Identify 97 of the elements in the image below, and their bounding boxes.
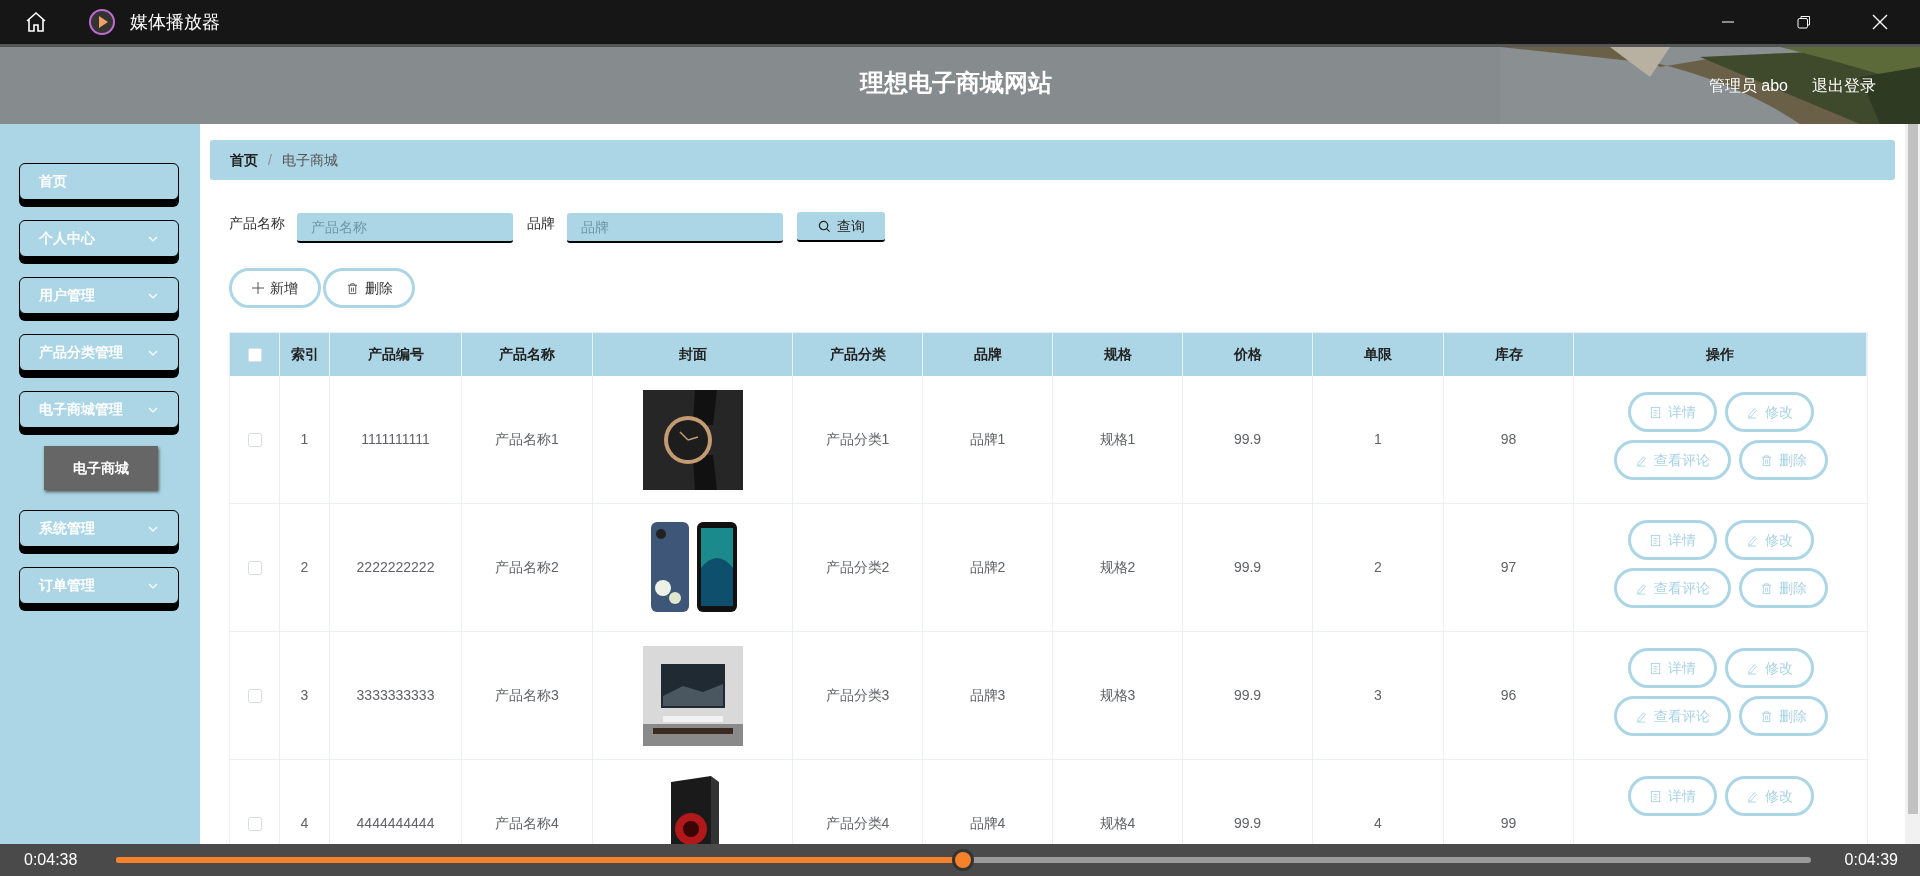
pencil-icon	[1745, 661, 1759, 675]
search-button[interactable]: 查询	[797, 212, 885, 242]
table-cell: 3	[1313, 632, 1444, 759]
table-cell: 产品名称2	[462, 504, 593, 631]
row-action-button[interactable]: 详情	[1627, 520, 1717, 560]
remaining-time: 0:04:39	[1844, 850, 1898, 870]
table-cell: 3	[280, 632, 330, 759]
row-action-button[interactable]: 修改	[1724, 392, 1814, 432]
delete-button[interactable]: 删除	[323, 268, 415, 308]
table-cell: 99.9	[1183, 376, 1313, 503]
row-action-button[interactable]: 详情	[1627, 776, 1717, 816]
field-label: 产品名称	[229, 213, 285, 233]
document-icon	[1648, 661, 1662, 675]
table-cell: 2222222222	[330, 504, 462, 631]
table-cell: 产品名称1	[462, 376, 593, 503]
logout-link[interactable]: 退出登录	[1812, 73, 1876, 98]
progress-thumb[interactable]	[952, 849, 975, 871]
row-action-button[interactable]: 查看评论	[1613, 696, 1731, 736]
pencil-icon	[1634, 581, 1648, 595]
search-field[interactable]: 品牌	[567, 213, 783, 243]
select-all-checkbox[interactable]	[247, 347, 262, 362]
progress-track[interactable]	[116, 848, 1811, 872]
document-icon	[1648, 789, 1662, 803]
table-cell: 1	[280, 376, 330, 503]
close-icon	[1872, 14, 1888, 30]
row-action-button[interactable]: 修改	[1724, 776, 1814, 816]
plus-icon	[252, 282, 264, 294]
table-cell: 品牌3	[923, 632, 1053, 759]
table-cell: 产品分类3	[793, 632, 923, 759]
column-header: 规格	[1053, 333, 1183, 376]
column-header: 库存	[1444, 333, 1574, 376]
table-cell: 2	[1313, 504, 1444, 631]
table-cell: 品牌1	[923, 376, 1053, 503]
row-action-button[interactable]: 删除	[1738, 440, 1828, 480]
document-icon	[1648, 533, 1662, 547]
column-header: 单限	[1313, 333, 1444, 376]
window-title: 媒体播放器	[130, 10, 220, 34]
field-label: 品牌	[527, 213, 555, 233]
table-cell: 规格2	[1053, 504, 1183, 631]
pencil-icon	[1634, 453, 1648, 467]
search-field[interactable]: 产品名称	[297, 213, 513, 243]
row-checkbox[interactable]	[247, 560, 262, 575]
document-icon	[1648, 405, 1662, 419]
table-cell: 2	[280, 504, 330, 631]
table-cell: 98	[1444, 376, 1574, 503]
row-checkbox[interactable]	[247, 816, 262, 831]
home-icon	[24, 10, 48, 34]
table-cell: 96	[1444, 632, 1574, 759]
table-cell: 1111111111	[330, 376, 462, 503]
row-action-button[interactable]: 删除	[1738, 568, 1828, 608]
table-cell: 99.9	[1183, 504, 1313, 631]
breadcrumb-separator: /	[268, 150, 272, 170]
column-header: 品牌	[923, 333, 1053, 376]
row-action-button[interactable]: 详情	[1627, 392, 1717, 432]
column-header: 索引	[280, 333, 330, 376]
add-button[interactable]: 新增	[229, 268, 321, 308]
table-cell: 规格3	[1053, 632, 1183, 759]
column-header: 产品编号	[330, 333, 462, 376]
trash-icon	[1759, 581, 1773, 595]
submenu-item[interactable]: 电子商城	[44, 446, 158, 490]
table-cell: 3333333333	[330, 632, 462, 759]
pencil-icon	[1745, 789, 1759, 803]
table-cell: 规格1	[1053, 376, 1183, 503]
restore-icon	[1797, 15, 1811, 29]
row-checkbox[interactable]	[247, 688, 262, 703]
breadcrumb-item[interactable]: 首页	[230, 149, 258, 171]
column-header: 产品分类	[793, 333, 923, 376]
row-action-button[interactable]: 查看评论	[1613, 568, 1731, 608]
site-title: 理想电子商城网站	[860, 68, 1052, 98]
row-action-button[interactable]: 查看评论	[1613, 440, 1731, 480]
row-action-button[interactable]: 详情	[1627, 648, 1717, 688]
row-action-button[interactable]: 修改	[1724, 520, 1814, 560]
table-cell: 97	[1444, 504, 1574, 631]
table-cell: 产品分类1	[793, 376, 923, 503]
table-cell: 品牌2	[923, 504, 1053, 631]
user-label: 管理员 abo	[1708, 75, 1788, 96]
table-cell: 产品分类2	[793, 504, 923, 631]
elapsed-time: 0:04:38	[24, 850, 79, 870]
pencil-icon	[1745, 405, 1759, 419]
pencil-icon	[1634, 709, 1648, 723]
trash-icon	[1759, 453, 1773, 467]
row-action-button[interactable]: 修改	[1724, 648, 1814, 688]
breadcrumb-item: 电子商城	[281, 150, 338, 170]
table-cell: 产品名称3	[462, 632, 593, 759]
search-icon	[817, 219, 831, 233]
pencil-icon	[1745, 533, 1759, 547]
trash-icon	[345, 281, 359, 295]
table-cell: 1	[1313, 376, 1444, 503]
play-icon	[88, 8, 116, 36]
table-cell: 99.9	[1183, 632, 1313, 759]
trash-icon	[1759, 709, 1773, 723]
column-header: 产品名称	[462, 333, 593, 376]
column-header: 封面	[593, 333, 793, 376]
column-header: 价格	[1183, 333, 1313, 376]
row-action-button[interactable]: 删除	[1738, 696, 1828, 736]
row-checkbox[interactable]	[247, 432, 262, 447]
column-header: 操作	[1574, 333, 1867, 376]
